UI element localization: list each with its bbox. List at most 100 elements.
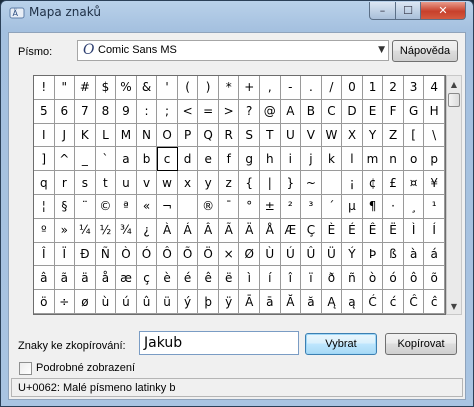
char-cell[interactable]: _ <box>75 147 96 172</box>
char-cell[interactable]: S <box>239 123 261 148</box>
char-cell[interactable]: ½ <box>95 218 117 243</box>
char-cell[interactable]: ć <box>383 290 404 314</box>
char-cell[interactable]: d <box>177 147 199 172</box>
char-cell[interactable]: Ã <box>218 218 240 243</box>
char-cell[interactable]: f <box>218 147 240 172</box>
char-cell[interactable]: ¿ <box>136 218 158 243</box>
char-cell[interactable]: ¤ <box>403 171 425 195</box>
char-cell[interactable]: ä <box>75 266 96 291</box>
char-cell[interactable]: õ <box>424 266 445 291</box>
char-cell[interactable]: 1 <box>362 76 384 100</box>
advanced-view-label[interactable]: Podrobné zobrazení <box>36 362 135 374</box>
help-button[interactable]: Nápověda <box>392 40 458 62</box>
char-cell[interactable]: ® <box>198 194 219 219</box>
char-cell[interactable]: N <box>136 123 158 148</box>
char-cell[interactable]: 0 <box>342 76 363 100</box>
copy-chars-input[interactable]: Jakub <box>139 331 299 355</box>
char-cell[interactable]: ) <box>198 76 219 100</box>
scroll-thumb[interactable] <box>448 93 460 107</box>
char-cell[interactable]: þ <box>198 290 219 314</box>
char-cell[interactable]: ' <box>157 76 178 100</box>
char-cell[interactable]: ` <box>95 147 117 172</box>
char-cell[interactable]: & <box>136 76 158 100</box>
maximize-button[interactable]: ☐ <box>395 2 421 20</box>
char-cell[interactable]: ³ <box>301 194 322 219</box>
char-cell[interactable]: ý <box>177 290 199 314</box>
char-cell[interactable]: G <box>403 99 425 124</box>
char-cell[interactable]: Ă <box>280 290 302 314</box>
char-cell[interactable]: [ <box>403 123 425 148</box>
char-cell[interactable]: H <box>424 99 445 124</box>
char-cell[interactable]: / <box>321 76 343 100</box>
char-cell[interactable]: ~ <box>301 171 322 195</box>
char-cell[interactable]: â <box>34 266 55 291</box>
char-cell[interactable]: Ô <box>157 242 178 267</box>
char-cell[interactable]: ? <box>239 99 261 124</box>
char-cell[interactable]: ì <box>239 266 261 291</box>
char-cell[interactable]: E <box>362 99 384 124</box>
char-cell[interactable]: Õ <box>177 242 199 267</box>
char-cell[interactable]: Ó <box>136 242 158 267</box>
char-cell[interactable]: Q <box>198 123 219 148</box>
char-cell[interactable]: U <box>280 123 302 148</box>
char-cell[interactable]: ï <box>301 266 322 291</box>
char-cell[interactable]: Ù <box>260 242 281 267</box>
char-cell[interactable]: n <box>383 147 404 172</box>
char-cell[interactable]: Ñ <box>95 242 117 267</box>
char-cell[interactable]: Ĉ <box>403 290 425 314</box>
char-cell[interactable]: V <box>301 123 322 148</box>
char-cell[interactable]: b <box>136 147 158 172</box>
char-cell[interactable]: ã <box>54 266 76 291</box>
char-cell[interactable]: a <box>116 147 137 172</box>
char-cell[interactable]: Ò <box>116 242 137 267</box>
char-cell[interactable]: * <box>218 76 240 100</box>
char-cell[interactable]: A <box>280 99 302 124</box>
char-cell[interactable]: s <box>75 171 96 195</box>
char-cell[interactable]: Î <box>34 242 55 267</box>
char-cell[interactable]: Æ <box>280 218 302 243</box>
char-cell[interactable]: ú <box>116 290 137 314</box>
char-cell[interactable]: Ç <box>301 218 322 243</box>
char-cell[interactable]: ] <box>34 147 55 172</box>
char-cell[interactable]: « <box>136 194 158 219</box>
char-cell[interactable]: Z <box>383 123 404 148</box>
char-cell[interactable]: ª <box>116 194 137 219</box>
char-cell[interactable] <box>321 171 343 195</box>
char-cell[interactable]: : <box>136 99 158 124</box>
char-cell[interactable]: Û <box>301 242 322 267</box>
char-cell[interactable]: p <box>424 147 445 172</box>
char-cell[interactable]: ÿ <box>218 290 240 314</box>
title-bar[interactable]: Ä Mapa znaků – ☐ ✕ <box>1 1 473 25</box>
font-select[interactable]: O Comic Sans MS ▼ <box>77 40 389 61</box>
char-cell[interactable]: ÷ <box>54 290 76 314</box>
char-cell[interactable]: ¨ <box>75 194 96 219</box>
char-cell[interactable]: ¸ <box>403 194 425 219</box>
char-cell[interactable]: e <box>198 147 219 172</box>
char-cell[interactable]: I <box>34 123 55 148</box>
char-cell[interactable]: ü <box>157 290 178 314</box>
char-cell[interactable]: Ä <box>239 218 261 243</box>
char-cell[interactable]: ¯ <box>218 194 240 219</box>
grid-scrollbar[interactable]: ▲ ▼ <box>446 75 462 315</box>
char-cell[interactable]: Þ <box>362 242 384 267</box>
char-cell[interactable]: u <box>116 171 137 195</box>
char-cell[interactable]: · <box>383 194 404 219</box>
char-cell[interactable]: P <box>177 123 199 148</box>
char-cell[interactable]: k <box>321 147 343 172</box>
char-cell[interactable]: @ <box>260 99 281 124</box>
chevron-down-icon[interactable]: ▼ <box>378 45 385 55</box>
char-cell[interactable]: ¬ <box>157 194 178 219</box>
char-cell[interactable]: i <box>280 147 302 172</box>
char-cell[interactable]: x <box>177 171 199 195</box>
char-cell[interactable]: £ <box>383 171 404 195</box>
char-cell[interactable]: § <box>54 194 76 219</box>
char-cell[interactable]: Ö <box>198 242 219 267</box>
advanced-view-checkbox[interactable] <box>19 362 32 375</box>
char-cell[interactable]: r <box>54 171 76 195</box>
char-cell[interactable]: 3 <box>403 76 425 100</box>
char-cell[interactable]: Ā <box>239 290 261 314</box>
char-cell[interactable]: ă <box>301 290 322 314</box>
char-cell[interactable]: 9 <box>116 99 137 124</box>
char-cell[interactable]: Ć <box>362 290 384 314</box>
char-cell[interactable]: D <box>342 99 363 124</box>
